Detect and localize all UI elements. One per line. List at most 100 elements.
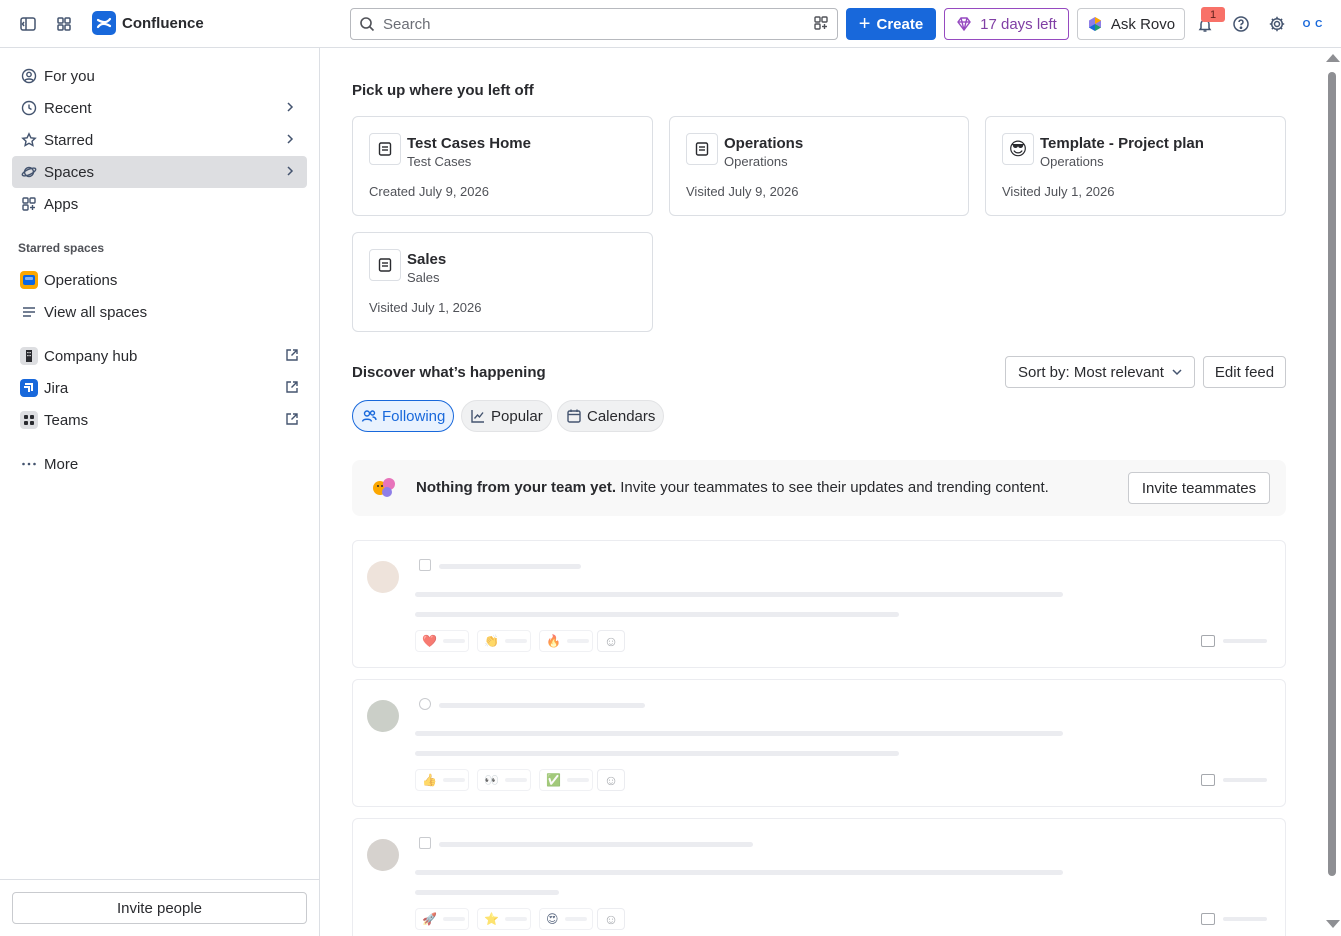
scroll-up-arrow-icon[interactable] [1326, 54, 1340, 62]
external-link-icon[interactable] [285, 380, 299, 398]
ask-rovo-button[interactable]: Ask Rovo [1077, 8, 1185, 40]
sidebar-toggle-icon[interactable] [14, 10, 42, 38]
top-navigation-bar: Confluence Search + Create 17 days left … [0, 0, 1341, 48]
sidebar-item-label: Company hub [44, 347, 138, 365]
card-space: Test Cases [407, 154, 472, 169]
add-reaction-icon: ☺ [597, 908, 625, 930]
sidebar-item-spaces[interactable]: Spaces [12, 156, 307, 188]
more-dots-icon [20, 455, 38, 473]
card-meta: Visited July 1, 2026 [369, 300, 482, 315]
reaction-chip: ❤️ [415, 630, 469, 652]
avatar [367, 700, 399, 732]
skeleton-line [415, 751, 899, 756]
reaction-chip: ✅ [539, 769, 593, 791]
sidebar-item-recent[interactable]: Recent [12, 92, 307, 124]
sidebar-divider [0, 879, 319, 880]
qr-scan-icon[interactable] [813, 15, 829, 34]
external-link-icon[interactable] [285, 412, 299, 430]
apps-grid-icon [20, 195, 38, 213]
sort-dropdown[interactable]: Sort by: Most relevant [1005, 356, 1195, 388]
sunglasses-emoji-icon: 😎 [1002, 133, 1034, 165]
reaction-chip: 😍 [539, 908, 593, 930]
reaction-chip: 👏 [477, 630, 531, 652]
settings-gear-icon[interactable] [1263, 10, 1291, 38]
team-bubbles-icon [370, 476, 398, 500]
sidebar-item-label: Spaces [44, 163, 95, 181]
sidebar-item-apps[interactable]: Apps [12, 188, 307, 220]
sidebar-item-teams[interactable]: Teams [12, 404, 307, 436]
empty-team-banner: Nothing from your team yet. Invite your … [352, 460, 1286, 516]
sidebar-item-more[interactable]: More [12, 448, 307, 480]
feed-placeholder-card: ❤️ 👏 🔥 ☺ [352, 540, 1286, 668]
tab-calendars[interactable]: Calendars [557, 400, 665, 432]
sidebar-item-label: Starred [44, 131, 94, 149]
recent-card[interactable]: Sales Sales Visited July 1, 2026 [352, 232, 653, 332]
tab-following[interactable]: Following [352, 400, 455, 432]
trial-label: 17 days left [980, 15, 1057, 33]
search-input[interactable]: Search [350, 8, 838, 40]
scrollbar-thumb[interactable] [1328, 72, 1336, 876]
teams-icon [20, 411, 38, 429]
invite-people-button[interactable]: Invite people [12, 892, 307, 924]
calendar-icon [566, 408, 582, 424]
recent-card[interactable]: Operations Operations Visited July 9, 20… [669, 116, 969, 216]
recent-card[interactable]: Test Cases Home Test Cases Created July … [352, 116, 653, 216]
chevron-right-icon[interactable] [283, 100, 297, 118]
organization-avatar[interactable]: O C [1298, 12, 1328, 36]
reaction-chip: 🚀 [415, 908, 469, 930]
add-reaction-icon: ☺ [597, 769, 625, 791]
tab-popular[interactable]: Popular [461, 400, 552, 432]
thumbs-up-emoji-icon: 👍 [422, 773, 437, 787]
heart-emoji-icon: ❤️ [422, 634, 437, 648]
invite-teammates-button[interactable]: Invite teammates [1128, 472, 1270, 504]
banner-bold-text: Nothing from your team yet. [416, 479, 617, 496]
app-switcher-icon[interactable] [50, 10, 78, 38]
create-button[interactable]: + Create [846, 8, 936, 40]
clock-icon [20, 99, 38, 117]
chevron-right-icon[interactable] [283, 132, 297, 150]
scroll-down-arrow-icon[interactable] [1326, 920, 1340, 928]
banner-message: Nothing from your team yet. Invite your … [416, 479, 1049, 496]
app-brand-name[interactable]: Confluence [122, 15, 204, 32]
reaction-chip: 🔥 [539, 630, 593, 652]
search-icon [359, 16, 375, 32]
comment-icon [1201, 774, 1215, 786]
create-label: Create [876, 15, 924, 33]
chevron-right-icon[interactable] [283, 164, 297, 182]
ask-rovo-label: Ask Rovo [1110, 15, 1176, 33]
main-scrollbar[interactable] [1323, 54, 1341, 934]
building-icon [20, 347, 38, 365]
search-placeholder: Search [383, 15, 431, 33]
external-link-icon[interactable] [285, 348, 299, 366]
reaction-chip: 👀 [477, 769, 531, 791]
tab-label: Following [382, 407, 446, 425]
diamond-icon [956, 16, 972, 32]
card-meta: Visited July 9, 2026 [686, 184, 799, 199]
help-icon[interactable] [1227, 10, 1255, 38]
rocket-emoji-icon: 🚀 [422, 912, 437, 926]
sidebar-item-company-hub[interactable]: Company hub [12, 340, 307, 372]
starred-spaces-heading: Starred spaces [18, 241, 105, 255]
confluence-logo-icon[interactable] [92, 11, 116, 35]
sort-label: Sort by: Most relevant [1018, 363, 1164, 381]
skeleton-line [439, 564, 581, 569]
sidebar-item-label: Teams [44, 411, 89, 429]
skeleton-line [1223, 917, 1267, 921]
skeleton-line [439, 703, 645, 708]
trial-days-left-button[interactable]: 17 days left [944, 8, 1069, 40]
reaction-chip: ⭐ [477, 908, 531, 930]
card-meta: Created July 9, 2026 [369, 184, 489, 199]
sidebar-view-all-spaces[interactable]: View all spaces [12, 296, 307, 328]
sidebar-space-operations[interactable]: Operations [12, 264, 307, 296]
edit-feed-button[interactable]: Edit feed [1203, 356, 1286, 388]
discover-heading: Discover what’s happening [352, 364, 546, 381]
sidebar-item-jira[interactable]: Jira [12, 372, 307, 404]
sidebar-item-for-you[interactable]: For you [12, 60, 307, 92]
recent-card[interactable]: 😎 Template - Project plan Operations Vis… [985, 116, 1286, 216]
skeleton-line [415, 592, 1063, 597]
sidebar-item-starred[interactable]: Starred [12, 124, 307, 156]
comment-icon [1201, 913, 1215, 925]
plus-icon: + [858, 13, 871, 35]
main-content: Pick up where you left off Test Cases Ho… [320, 48, 1341, 936]
tab-label: Popular [491, 407, 543, 425]
